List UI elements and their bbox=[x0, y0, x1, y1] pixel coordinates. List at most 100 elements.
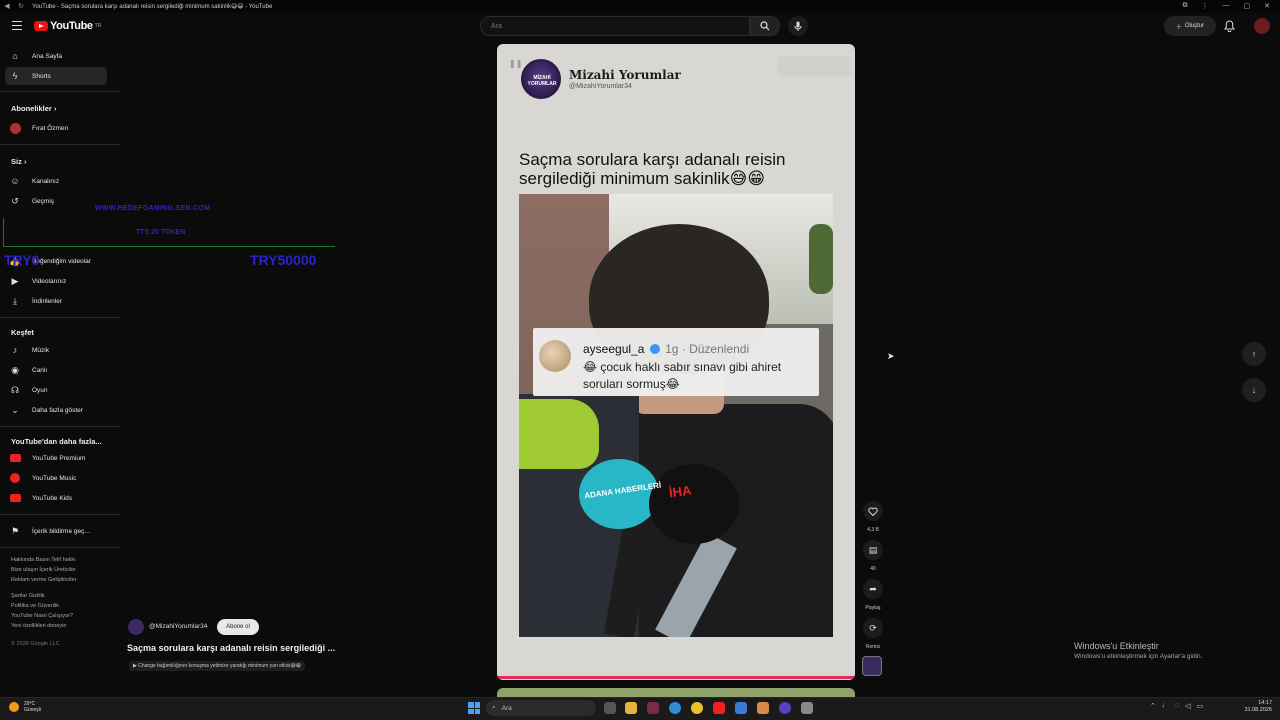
task-view-icon[interactable] bbox=[604, 702, 616, 714]
sidebar-item-show-more[interactable]: ⌄ Daha fazla göster bbox=[5, 401, 107, 419]
section-heading: Abonelikler bbox=[11, 104, 52, 113]
create-button[interactable]: ＋ Oluştur bbox=[1164, 16, 1216, 36]
sidebar-item-kids[interactable]: YouTube Kids bbox=[5, 489, 107, 507]
app-icon[interactable] bbox=[801, 702, 813, 714]
video-title[interactable]: Saçma sorulara karşı adanalı reisin serg… bbox=[127, 643, 335, 653]
person-icon: ☺ bbox=[10, 176, 20, 186]
sidebar-item-premium[interactable]: YouTube Premium bbox=[5, 449, 107, 467]
sidebar-item-report[interactable]: ⚑ İçerik bildirme geç... bbox=[5, 522, 107, 540]
app-icon[interactable] bbox=[735, 702, 747, 714]
subscriptions-heading[interactable]: Abonelikler › bbox=[11, 104, 56, 113]
search-button[interactable] bbox=[750, 16, 780, 36]
sidebar-item-shorts[interactable]: ϟ Shorts bbox=[5, 67, 107, 85]
sidebar-item-live[interactable]: ◉ Canlı bbox=[5, 361, 107, 379]
sidebar-item-subscription[interactable]: Fırat Özmen bbox=[5, 119, 107, 137]
extensions-icon[interactable]: ⧉ bbox=[1183, 2, 1188, 10]
sound-channel-avatar[interactable] bbox=[862, 656, 882, 676]
like-action[interactable]: 4,3 B bbox=[862, 501, 884, 533]
music-chip[interactable]: ▶ Change bağımlılığının konuşma yetimize… bbox=[129, 661, 305, 671]
meta-channel-avatar[interactable] bbox=[128, 619, 144, 635]
network-icon[interactable]: ◌ bbox=[1175, 702, 1179, 710]
speaker-icon[interactable]: ◁ bbox=[1185, 702, 1190, 710]
activate-windows-subtitle: Windows'u etkinleştirmek için Ayarlar'a … bbox=[1074, 653, 1203, 660]
sidebar-item-history[interactable]: ↺ Geçmiş bbox=[5, 192, 107, 210]
footer-line[interactable]: Yeni özellikleri deneyin bbox=[11, 621, 116, 631]
meta-channel-handle[interactable]: @MizahiYorumlar34 bbox=[149, 623, 207, 630]
like-count: 4,3 B bbox=[867, 527, 879, 533]
sidebar-item-yt-music[interactable]: YouTube Music bbox=[5, 469, 107, 487]
youtube-logo[interactable]: YouTube TR bbox=[34, 20, 101, 32]
footer-links[interactable]: Hakkında Basın Telif hakkı Bize ulaşın İ… bbox=[11, 555, 116, 585]
comment-meta: 1g · Düzenlendi bbox=[665, 342, 750, 356]
sidebar-item-your-channel[interactable]: ☺ Kanalınız bbox=[5, 172, 107, 190]
notifications-button[interactable] bbox=[1224, 19, 1235, 37]
footer-line[interactable]: Bize ulaşın İçerik Üreticiler bbox=[11, 565, 116, 575]
chevron-right-icon: › bbox=[53, 104, 57, 113]
remix-action[interactable]: ⟳ Remix bbox=[862, 618, 884, 650]
microphone-icon[interactable]: ♩ bbox=[1162, 702, 1169, 710]
sidebar-item-label: İçerik bildirme geç... bbox=[32, 527, 90, 535]
close-button[interactable]: ✕ bbox=[1264, 2, 1270, 10]
shorts-player[interactable]: ❚❚ MİZAHİ YORUMLAR Mizahi Yorumlar @Miza… bbox=[497, 44, 855, 680]
footer-line[interactable]: Hakkında Basın Telif hakkı bbox=[11, 555, 116, 565]
footer-line[interactable]: Reklam verme Geliştiriciler bbox=[11, 575, 116, 585]
sidebar-item-label: İndirilenler bbox=[32, 297, 62, 305]
video-progress-bar[interactable] bbox=[497, 676, 855, 679]
sidebar-item-label: Beğendiğim videolar bbox=[32, 257, 91, 265]
battery-icon[interactable]: ▭ bbox=[1196, 702, 1203, 710]
previous-short-button[interactable]: ↑ bbox=[1242, 342, 1266, 366]
sidebar-item-label: YouTube Premium bbox=[32, 454, 86, 462]
activate-windows-title: Windows'u Etkinleştir bbox=[1074, 641, 1159, 651]
system-tray[interactable]: ⌃ ♩ ◌ ◁ ▭ bbox=[1150, 702, 1203, 710]
browser-reload-icon[interactable]: ↻ bbox=[14, 2, 28, 10]
video-frame-image: ADANA HABERLERİ İHA bbox=[519, 194, 833, 637]
footer-line[interactable]: YouTube Nasıl Çalışıyor? bbox=[11, 611, 116, 621]
comment-action[interactable]: ▤ 40 bbox=[862, 540, 884, 572]
pause-icon[interactable]: ❚❚ bbox=[509, 59, 522, 68]
minimize-button[interactable]: — bbox=[1223, 2, 1230, 10]
app-icon[interactable] bbox=[647, 702, 659, 714]
verified-icon bbox=[649, 344, 660, 354]
share-action[interactable]: ➦ Paylaş bbox=[862, 579, 884, 611]
app-icon[interactable] bbox=[757, 702, 769, 714]
you-heading[interactable]: Siz › bbox=[11, 157, 26, 166]
player-controls[interactable] bbox=[777, 56, 851, 76]
sidebar-item-home[interactable]: ⌂ Ana Sayfa bbox=[5, 47, 107, 65]
subscribe-button[interactable]: Abone ol bbox=[217, 619, 259, 635]
share-button[interactable]: ➦ bbox=[863, 579, 883, 599]
taskbar-clock[interactable]: 14:17 31.08.2026 bbox=[1240, 700, 1272, 714]
next-short-button[interactable]: ↓ bbox=[1242, 378, 1266, 402]
hamburger-menu-icon[interactable] bbox=[12, 21, 22, 30]
file-explorer-icon[interactable] bbox=[625, 702, 637, 714]
chevron-right-icon: › bbox=[23, 157, 27, 166]
weather-widget[interactable]: 29°C Güneşli bbox=[24, 701, 41, 713]
account-avatar[interactable] bbox=[1254, 18, 1270, 34]
youtube-play-icon bbox=[34, 21, 48, 31]
search-input[interactable]: Ara bbox=[480, 16, 750, 36]
weather-sun-icon[interactable] bbox=[9, 702, 19, 712]
weather-desc: Güneşli bbox=[24, 707, 41, 713]
microphone-icon bbox=[794, 21, 802, 31]
comments-button[interactable]: ▤ bbox=[863, 540, 883, 560]
edge-browser-icon[interactable] bbox=[669, 702, 681, 714]
sidebar-item-downloads[interactable]: ⤓ İndirilenler bbox=[5, 292, 107, 310]
like-button[interactable] bbox=[863, 501, 883, 521]
obs-icon[interactable] bbox=[779, 702, 791, 714]
youtube-app-icon[interactable] bbox=[713, 702, 725, 714]
footer-line[interactable]: Şartlar Gizlilik bbox=[11, 591, 116, 601]
browser-menu-icon[interactable]: ⋮ bbox=[1202, 2, 1209, 10]
taskbar-search[interactable]: ⌕ Ara bbox=[486, 700, 596, 716]
maximize-button[interactable]: ▢ bbox=[1244, 2, 1251, 10]
voice-search-button[interactable] bbox=[788, 16, 808, 36]
sidebar-item-gaming[interactable]: ☊ Oyun bbox=[5, 381, 107, 399]
footer-line[interactable]: Politika ve Güvenlik bbox=[11, 601, 116, 611]
remix-button[interactable]: ⟳ bbox=[863, 618, 883, 638]
video-channel-name: Mizahi Yorumlar bbox=[569, 68, 681, 82]
chevron-up-icon[interactable]: ⌃ bbox=[1150, 702, 1156, 710]
footer-links-legal[interactable]: Şartlar Gizlilik Politika ve Güvenlik Yo… bbox=[11, 591, 116, 631]
windows-start-icon[interactable] bbox=[468, 702, 480, 714]
browser-back-icon[interactable]: ◀ bbox=[0, 2, 14, 10]
sidebar-item-your-videos[interactable]: ▶ Videolarınız bbox=[5, 272, 107, 290]
sidebar-item-music[interactable]: ♪ Müzik bbox=[5, 341, 107, 359]
chrome-icon[interactable] bbox=[691, 702, 703, 714]
